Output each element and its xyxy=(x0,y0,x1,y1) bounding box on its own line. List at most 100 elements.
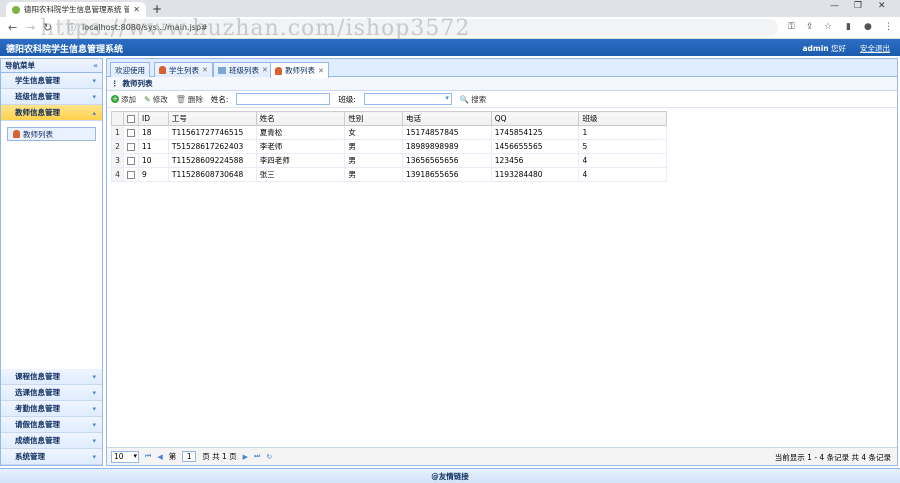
sidebar-link-teacher-list[interactable]: 教师列表 xyxy=(7,127,96,141)
column-header[interactable]: 电话 xyxy=(402,111,492,126)
cell-sex: 女 xyxy=(344,125,404,140)
key-icon[interactable]: ⚿ xyxy=(788,22,795,32)
name-search-input[interactable] xyxy=(236,93,331,105)
sidebar-item-attendance[interactable]: 考勤信息管理 ▾ xyxy=(1,401,102,417)
add-label: 添加 xyxy=(121,94,136,104)
logout-link[interactable]: 安全退出 xyxy=(860,43,890,54)
refresh-icon[interactable]: ↻ xyxy=(266,453,272,461)
column-header[interactable]: QQ xyxy=(490,111,580,126)
cell-phone: 18989898989 xyxy=(402,139,492,154)
select-all-checkbox[interactable] xyxy=(122,111,139,126)
cell-sex: 男 xyxy=(344,139,404,154)
next-page-icon[interactable]: ▶ xyxy=(243,453,248,461)
tab-welcome[interactable]: 欢迎使用 xyxy=(110,62,150,77)
column-header[interactable]: 班级 xyxy=(578,111,667,126)
table-row[interactable]: 4 9 T11528608730648 张三 男 13918655656 119… xyxy=(111,167,667,182)
cell-qq: 1193284480 xyxy=(490,167,580,182)
row-number: 3 xyxy=(111,153,124,168)
share-icon[interactable]: ⇪ xyxy=(806,22,814,32)
page-number-input[interactable]: 1 xyxy=(182,451,197,462)
maximize-icon[interactable]: ❐ xyxy=(854,1,862,11)
tab-label: 学生列表 xyxy=(169,65,199,75)
first-page-icon[interactable]: ⏮ xyxy=(145,452,151,461)
close-icon[interactable]: ✕ xyxy=(202,66,208,74)
cell-id: 10 xyxy=(137,153,169,168)
menu-icon[interactable]: ⋮ xyxy=(884,22,893,32)
close-icon[interactable]: ✕ xyxy=(318,67,324,75)
table-row[interactable]: 3 10 T11528609224588 李四老师 男 13656565656 … xyxy=(111,153,667,168)
last-page-icon[interactable]: ⏭ xyxy=(254,452,260,461)
cell-class: 4 xyxy=(578,167,667,182)
browser-tab[interactable]: 德阳农科院学生信息管理系统 管理后台 ✕ xyxy=(6,2,146,17)
footer-link[interactable]: @友情链接 xyxy=(431,471,469,482)
back-icon[interactable]: ← xyxy=(8,21,17,34)
sidebar-item-leave[interactable]: 请假信息管理 ▾ xyxy=(1,417,102,433)
minimize-icon[interactable]: — xyxy=(830,1,839,11)
cell-phone: 13918655656 xyxy=(402,167,492,182)
reload-icon[interactable]: ↻ xyxy=(43,21,52,34)
row-checkbox[interactable] xyxy=(122,167,139,182)
star-icon[interactable]: ☆ xyxy=(824,22,832,32)
table-row[interactable]: 2 11 T51528617262403 李老师 男 18989898989 1… xyxy=(111,139,667,154)
tab-student-list[interactable]: 学生列表 ✕ xyxy=(154,62,213,77)
add-button[interactable]: + 添加 xyxy=(111,94,136,105)
forward-icon[interactable]: → xyxy=(26,21,35,34)
tab-teacher-list[interactable]: 教师列表 ✕ xyxy=(270,62,329,78)
sidebar-item-label: 教师信息管理 xyxy=(15,108,60,117)
column-header[interactable]: 姓名 xyxy=(255,111,346,126)
user-icon xyxy=(13,130,20,138)
row-checkbox[interactable] xyxy=(122,125,139,140)
window-close-icon[interactable]: ✕ xyxy=(878,1,886,11)
sidebar-item-student[interactable]: 学生信息管理 ▾ xyxy=(1,73,102,89)
close-icon[interactable]: ✕ xyxy=(262,66,268,74)
sidebar-item-score[interactable]: 成绩信息管理 ▾ xyxy=(1,433,102,449)
cell-no: T51528617262403 xyxy=(167,139,257,154)
row-number: 2 xyxy=(111,139,124,154)
browser-tab-title: 德阳农科院学生信息管理系统 管理后台 xyxy=(24,5,130,14)
tab-class-list[interactable]: 班级列表 ✕ xyxy=(213,62,273,77)
class-select[interactable]: ▾ xyxy=(363,93,452,105)
page-size-select[interactable]: 10 ▾ xyxy=(111,450,139,463)
url-field[interactable]: ⓘ localhost:8080/sys.../main.jsp# xyxy=(58,19,778,36)
tab-bar: 欢迎使用 学生列表 ✕ 班级列表 ✕ 教师列表 ✕ xyxy=(107,59,897,78)
column-header[interactable]: ID xyxy=(137,111,169,126)
edit-button[interactable]: ✎ 修改 xyxy=(144,94,168,105)
chevron-down-icon: ▾ xyxy=(92,76,96,85)
column-header[interactable]: 性别 xyxy=(344,111,404,126)
cell-phone: 15174857845 xyxy=(402,125,492,140)
sidebar-item-course[interactable]: 课程信息管理 ▾ xyxy=(1,369,102,385)
table-row[interactable]: 1 18 T11561727746515 夏青松 女 15174857845 1… xyxy=(111,125,667,140)
sidebar-item-selection[interactable]: 选课信息管理 ▾ xyxy=(1,385,102,401)
row-checkbox[interactable] xyxy=(122,153,139,168)
close-icon[interactable]: ✕ xyxy=(133,5,140,14)
tab-label: 欢迎使用 xyxy=(115,65,145,75)
collapse-icon[interactable]: « xyxy=(93,61,98,70)
new-tab-icon[interactable]: + xyxy=(152,2,162,16)
browser-tab-strip: 德阳农科院学生信息管理系统 管理后台 ✕ + — ❐ ✕ xyxy=(0,0,900,17)
sidebar-item-system[interactable]: 系统管理 ▾ xyxy=(1,449,102,465)
row-checkbox[interactable] xyxy=(122,139,139,154)
footer[interactable]: @友情链接 xyxy=(0,468,900,483)
cell-phone: 13656565656 xyxy=(402,153,492,168)
teacher-table: ID 工号 姓名 性别 电话 QQ 班级 1 18 T1156172774651… xyxy=(111,111,667,182)
cell-id: 11 xyxy=(137,139,169,154)
sidepanel-icon[interactable]: ▮ xyxy=(846,22,851,32)
sidebar-item-class[interactable]: 班级信息管理 ▾ xyxy=(1,89,102,105)
cell-qq: 1745854125 xyxy=(490,125,580,140)
sidebar-item-teacher[interactable]: 教师信息管理 ▴ xyxy=(1,105,102,121)
pagination-bar: 10 ▾ ⏮ ◀ 第 1 页 共 1 页 ▶ ⏭ ↻ 当前显示 1 - 4 条记录… xyxy=(107,447,897,465)
cell-id: 18 xyxy=(137,125,169,140)
delete-button[interactable]: 🗑 删除 xyxy=(176,94,203,105)
cell-class: 1 xyxy=(578,125,667,140)
user-icon xyxy=(275,66,282,75)
row-number: 4 xyxy=(111,167,124,182)
profile-icon[interactable]: ● xyxy=(864,22,872,32)
cell-sex: 男 xyxy=(344,153,404,168)
info-icon: ⓘ xyxy=(68,23,76,32)
pencil-icon: ✎ xyxy=(144,94,151,104)
search-button[interactable]: 🔍 搜索 xyxy=(460,94,486,105)
tab-label: 班级列表 xyxy=(229,65,259,75)
chevron-down-icon: ▾ xyxy=(92,372,96,381)
prev-page-icon[interactable]: ◀ xyxy=(157,453,162,461)
column-header[interactable]: 工号 xyxy=(167,111,257,126)
